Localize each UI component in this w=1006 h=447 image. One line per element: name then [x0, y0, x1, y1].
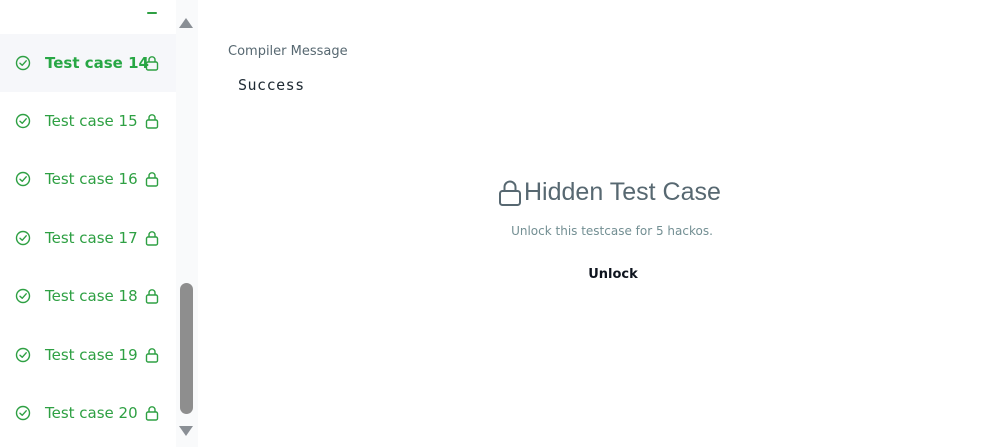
unlock-cost-text: Unlock this testcase for 5 hackos.	[511, 224, 713, 238]
sidebar-item-label: Test case 19	[45, 346, 138, 364]
check-circle-icon	[15, 230, 31, 246]
sidebar-item-test-case-17[interactable]: Test case 17	[0, 209, 176, 267]
hidden-test-case-heading: Hidden Test Case	[498, 178, 721, 207]
hidden-test-case-title: Hidden Test Case	[524, 178, 721, 206]
check-circle-icon	[15, 171, 31, 187]
sidebar-item-test-case-15[interactable]: Test case 15	[0, 92, 176, 150]
lock-icon	[499, 180, 521, 206]
sidebar-item-test-case-19[interactable]: Test case 19	[0, 326, 176, 384]
lock-icon	[145, 348, 159, 363]
check-circle-icon	[15, 55, 31, 71]
check-circle-icon	[15, 288, 31, 304]
sidebar-item-label: Test case 17	[45, 229, 138, 247]
unlock-button[interactable]: Unlock	[583, 264, 643, 284]
sidebar-item-test-case-20[interactable]: Test case 20	[0, 384, 176, 442]
sidebar-item-label: Test case 18	[45, 287, 138, 305]
lock-icon	[145, 114, 159, 129]
lock-icon	[145, 56, 159, 71]
check-circle-icon	[15, 113, 31, 129]
lock-icon	[145, 231, 159, 246]
testcase-detail-panel: Compiler Message Success Hidden Test Cas…	[198, 0, 1006, 447]
sidebar-item-label: Test case 15	[45, 112, 138, 130]
compiler-message-label: Compiler Message	[228, 44, 348, 59]
sidebar-item-test-case-18[interactable]: Test case 18	[0, 267, 176, 325]
sidebar-scrollbar-thumb[interactable]	[180, 283, 193, 414]
sidebar-item-test-case-14[interactable]: Test case 14	[0, 34, 176, 92]
testcase-sidebar: Test case 14 Test case 15 Test case 16 T…	[0, 0, 176, 447]
compiler-message-output: Success	[238, 76, 305, 94]
sidebar-item-label: Test case 20	[45, 404, 138, 422]
scroll-up-arrow-icon[interactable]	[179, 18, 193, 28]
lock-icon	[145, 406, 159, 421]
check-circle-icon	[15, 405, 31, 421]
sidebar-item-label: Test case 16	[45, 170, 138, 188]
sidebar-item-label: Test case 14	[45, 54, 149, 72]
lock-icon	[145, 172, 159, 187]
scroll-down-arrow-icon[interactable]	[179, 426, 193, 436]
lock-icon	[145, 289, 159, 304]
sidebar-item-test-case-16[interactable]: Test case 16	[0, 150, 176, 208]
check-circle-icon	[15, 347, 31, 363]
previous-item-lock-edge	[147, 12, 157, 14]
